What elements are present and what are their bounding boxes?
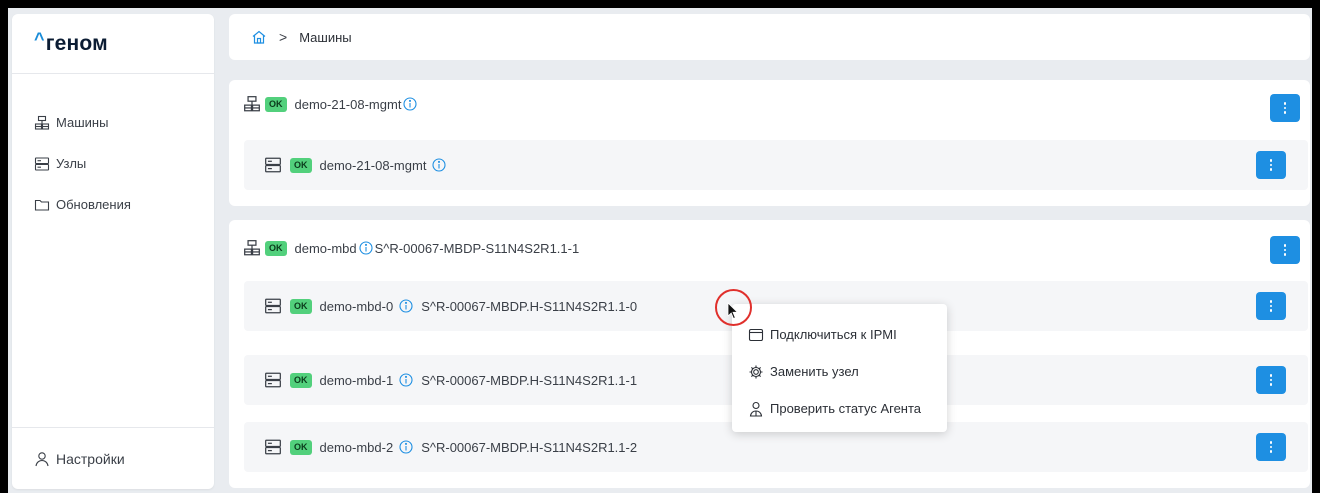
sidebar-item-label: Узлы <box>56 156 87 171</box>
brand-caret: ^ <box>34 29 45 49</box>
mouse-cursor-icon <box>727 302 739 320</box>
machine-icon <box>243 95 261 113</box>
nodes-icon <box>34 156 50 172</box>
node-actions-button[interactable] <box>1256 366 1286 394</box>
machine-icon <box>243 239 261 257</box>
info-icon[interactable] <box>399 440 413 454</box>
info-icon[interactable] <box>403 97 417 111</box>
breadcrumb-separator: > <box>279 29 288 45</box>
node-actions-button[interactable] <box>1256 433 1286 461</box>
menu-item-replace-node[interactable]: Заменить узел <box>732 353 947 390</box>
breadcrumb: > Машины <box>229 14 1310 60</box>
menu-item-check-agent-status[interactable]: Проверить статус Агента <box>732 390 947 427</box>
server-icon <box>264 371 282 389</box>
info-icon[interactable] <box>399 373 413 387</box>
menu-item-label: Заменить узел <box>770 364 859 379</box>
context-menu: Подключиться к IPMI Заменить узел Провер… <box>732 304 947 432</box>
gear-icon <box>748 364 764 380</box>
machine-group-header: OK demo-mbd S^R-00067-MBDP-S11N4S2R1.1-1 <box>229 220 1310 276</box>
node-serial: S^R-00067-MBDP.H-S11N4S2R1.1-2 <box>421 439 638 455</box>
status-badge: OK <box>290 157 312 173</box>
menu-item-label: Проверить статус Агента <box>770 401 922 416</box>
menu-item-connect-ipmi[interactable]: Подключиться к IPMI <box>732 316 947 353</box>
sidebar-item-machines[interactable]: Машины <box>34 102 214 143</box>
group-actions-button[interactable] <box>1270 94 1300 122</box>
status-badge: OK <box>290 298 312 314</box>
server-icon <box>264 438 282 456</box>
machine-name: demo-mbd <box>294 240 357 256</box>
node-serial: S^R-00067-MBDP.H-S11N4S2R1.1-1 <box>421 372 638 388</box>
node-name: demo-mbd-2 <box>319 439 394 455</box>
menu-item-label: Подключиться к IPMI <box>770 327 897 342</box>
group-actions-button[interactable] <box>1270 236 1300 264</box>
breadcrumb-current: Машины <box>299 29 352 45</box>
status-badge: OK <box>265 96 287 112</box>
machine-name: demo-21-08-mgmt <box>294 96 402 112</box>
machine-group-card: OK demo-21-08-mgmt OK demo-21-08-mgmt <box>229 80 1310 206</box>
info-icon[interactable] <box>359 241 373 255</box>
home-icon[interactable] <box>251 29 267 45</box>
sidebar-item-nodes[interactable]: Узлы <box>34 143 214 184</box>
status-badge: OK <box>290 372 312 388</box>
settings-label: Настройки <box>56 450 125 467</box>
node-actions-button[interactable] <box>1256 151 1286 179</box>
brand-name: геном <box>45 31 108 55</box>
sidebar-item-updates[interactable]: Обновления <box>34 184 214 225</box>
user-icon <box>34 451 50 467</box>
sidebar-item-settings[interactable]: Настройки <box>12 427 214 489</box>
sidebar-item-label: Обновления <box>56 197 131 212</box>
status-badge: OK <box>290 439 312 455</box>
node-name: demo-21-08-mgmt <box>319 157 427 173</box>
node-actions-button[interactable] <box>1256 292 1286 320</box>
sidebar-nav: Машины Узлы Обновления <box>12 74 214 225</box>
server-icon <box>264 297 282 315</box>
info-icon[interactable] <box>432 158 446 172</box>
agent-icon <box>748 401 764 417</box>
ipmi-window-icon <box>748 327 764 343</box>
brand-logo[interactable]: ^ геном <box>12 14 214 74</box>
node-serial: S^R-00067-MBDP.H-S11N4S2R1.1-0 <box>421 298 638 314</box>
sidebar: ^ геном Машины Узлы Обновления Настройки <box>12 14 214 489</box>
server-icon <box>264 156 282 174</box>
status-badge: OK <box>265 240 287 256</box>
sidebar-item-label: Машины <box>56 115 109 130</box>
info-icon[interactable] <box>399 299 413 313</box>
node-name: demo-mbd-0 <box>319 298 394 314</box>
node-name: demo-mbd-1 <box>319 372 394 388</box>
machine-serial: S^R-00067-MBDP-S11N4S2R1.1-1 <box>374 240 580 256</box>
machine-group-header: OK demo-21-08-mgmt <box>229 80 1310 128</box>
node-row[interactable]: OK demo-21-08-mgmt <box>244 140 1308 190</box>
folder-icon <box>34 197 50 213</box>
machines-icon <box>34 115 50 131</box>
